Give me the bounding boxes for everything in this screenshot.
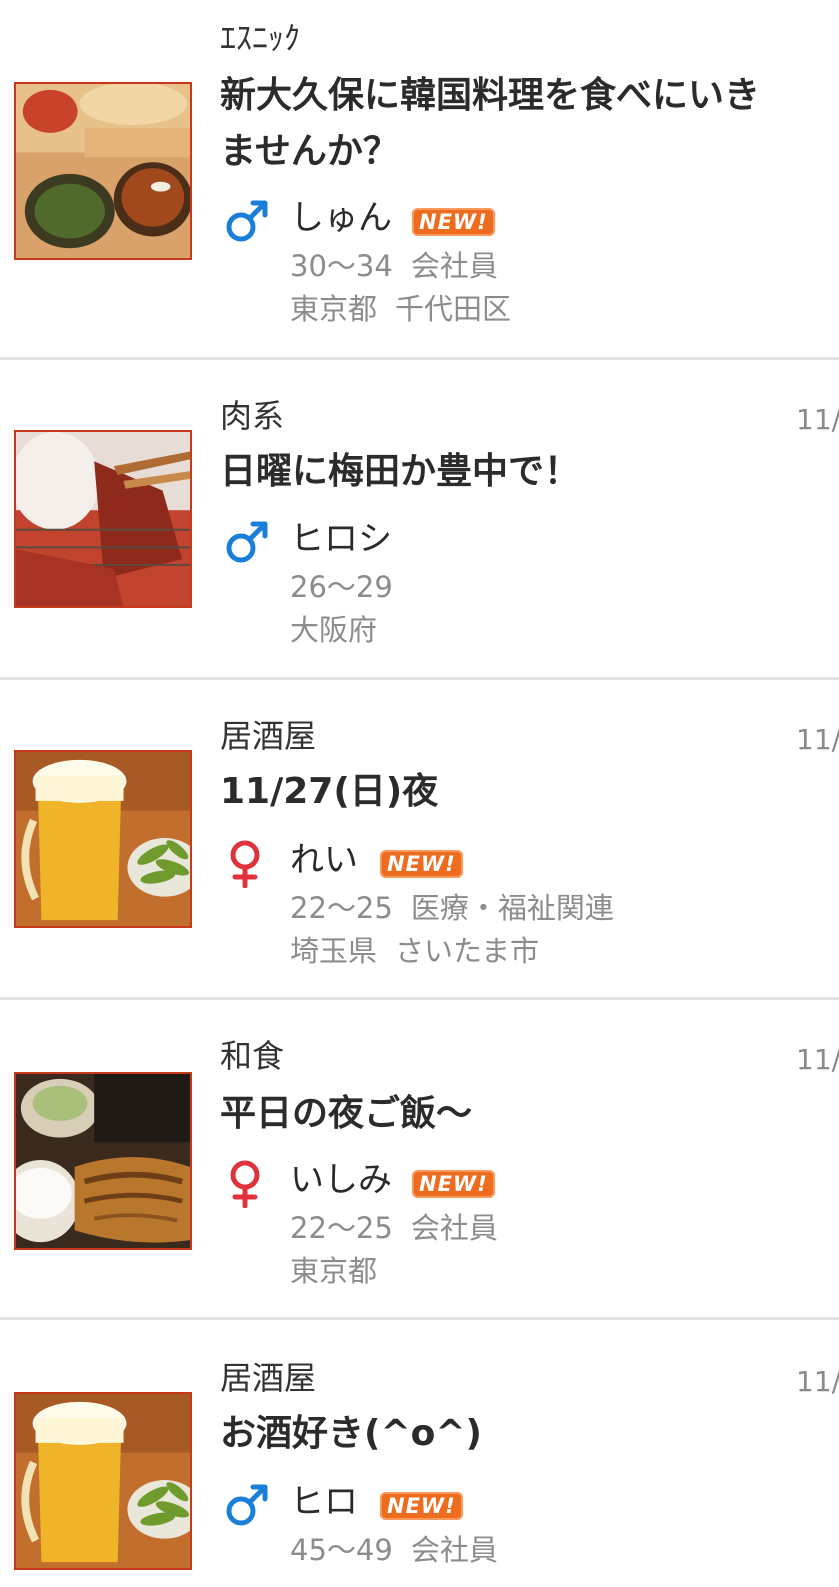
poster-job: 会社員 xyxy=(410,1211,498,1245)
post-title[interactable]: お酒好き(^o^) xyxy=(220,1406,780,1462)
female-symbol-icon xyxy=(224,1158,270,1208)
post-thumbnail-grilled-fish-set[interactable] xyxy=(14,1072,192,1250)
male-symbol-icon xyxy=(224,1480,270,1530)
poster-age: 22〜25 xyxy=(290,1211,393,1245)
post-date: 11/ xyxy=(796,1365,839,1398)
poster-age: 45〜49 xyxy=(290,1533,393,1567)
post-category: 居酒屋 xyxy=(220,1359,317,1397)
poster-age-job: 22〜25 医療・福祉関連 xyxy=(290,887,614,929)
post-item[interactable]: 居酒屋 11/ お酒好き(^o^) ヒロ NEW! 45〜49 会社員 xyxy=(0,1320,839,1587)
post-item[interactable]: 肉系 11/ 日曜に梅田か豊中で！ ヒロシ 26〜29 大阪府 xyxy=(0,360,839,680)
poster-prefecture: 埼玉県 xyxy=(290,934,378,968)
poster-city: 千代田区 xyxy=(395,292,512,326)
new-badge: NEW! xyxy=(380,1492,463,1520)
post-thumbnail-grilled-meat[interactable] xyxy=(14,430,192,608)
poster-city: さいたま市 xyxy=(395,934,540,968)
poster-age-job: 26〜29 xyxy=(290,566,393,608)
poster-location: 埼玉県 さいたま市 xyxy=(290,930,539,972)
post-thumbnail-beer-edamame[interactable] xyxy=(14,1392,192,1570)
post-title[interactable]: 新大久保に韓国料理を食べにいきませんか？ xyxy=(220,68,780,180)
post-title[interactable]: 日曜に梅田か豊中で！ xyxy=(220,444,780,500)
poster-job: 会社員 xyxy=(410,249,498,283)
poster-name[interactable]: しゅん xyxy=(290,196,392,240)
new-badge: NEW! xyxy=(380,850,463,878)
poster-prefecture: 東京都 xyxy=(290,292,378,326)
post-list: ｴｽﾆｯｸ 新大久保に韓国料理を食べにいきませんか？ しゅん NEW! 30〜3… xyxy=(0,0,839,1587)
poster-name[interactable]: ヒロシ xyxy=(290,517,392,561)
post-date: 11/ xyxy=(796,403,839,436)
poster-job: 医療・福祉関連 xyxy=(410,891,614,925)
poster-name[interactable]: れい xyxy=(290,838,358,882)
female-symbol-icon xyxy=(224,838,270,888)
post-date: 11/ xyxy=(796,723,839,756)
poster-location: 大阪府 xyxy=(290,609,377,651)
post-category: 和食 xyxy=(220,1037,285,1075)
poster-location: 東京都 xyxy=(290,1250,377,1292)
post-title[interactable]: 11/27(日)夜 xyxy=(220,764,780,820)
post-category: 居酒屋 xyxy=(220,717,317,755)
post-thumbnail-beer-edamame[interactable] xyxy=(14,750,192,928)
poster-job: 会社員 xyxy=(410,1533,498,1567)
poster-name[interactable]: ヒロ xyxy=(290,1480,358,1524)
poster-age: 26〜29 xyxy=(290,570,393,604)
male-symbol-icon xyxy=(224,196,270,246)
new-badge: NEW! xyxy=(412,1170,495,1198)
male-symbol-icon xyxy=(224,517,270,567)
poster-age-job: 22〜25 会社員 xyxy=(290,1207,498,1249)
poster-name[interactable]: いしみ xyxy=(290,1158,392,1202)
post-item[interactable]: 居酒屋 11/ 11/27(日)夜 れい NEW! 22〜25 医療・福祉関連 埼… xyxy=(0,680,839,1000)
new-badge: NEW! xyxy=(412,208,495,236)
poster-age: 22〜25 xyxy=(290,891,393,925)
poster-age-job: 30〜34 会社員 xyxy=(290,245,498,287)
poster-location: 東京都 千代田区 xyxy=(290,288,511,330)
poster-prefecture: 大阪府 xyxy=(290,613,378,647)
post-category: 肉系 xyxy=(220,397,285,435)
post-category: ｴｽﾆｯｸ xyxy=(220,19,301,57)
poster-age-job: 45〜49 会社員 xyxy=(290,1529,498,1571)
poster-prefecture: 東京都 xyxy=(290,1254,378,1288)
post-title[interactable]: 平日の夜ご飯〜 xyxy=(220,1086,780,1142)
post-item[interactable]: ｴｽﾆｯｸ 新大久保に韓国料理を食べにいきませんか？ しゅん NEW! 30〜3… xyxy=(0,0,839,360)
post-date: 11/ xyxy=(796,1043,839,1076)
poster-age: 30〜34 xyxy=(290,249,393,283)
post-item[interactable]: 和食 11/ 平日の夜ご飯〜 いしみ NEW! 22〜25 会社員 東京都 xyxy=(0,1000,839,1320)
post-thumbnail-curry-plate[interactable] xyxy=(14,82,192,260)
